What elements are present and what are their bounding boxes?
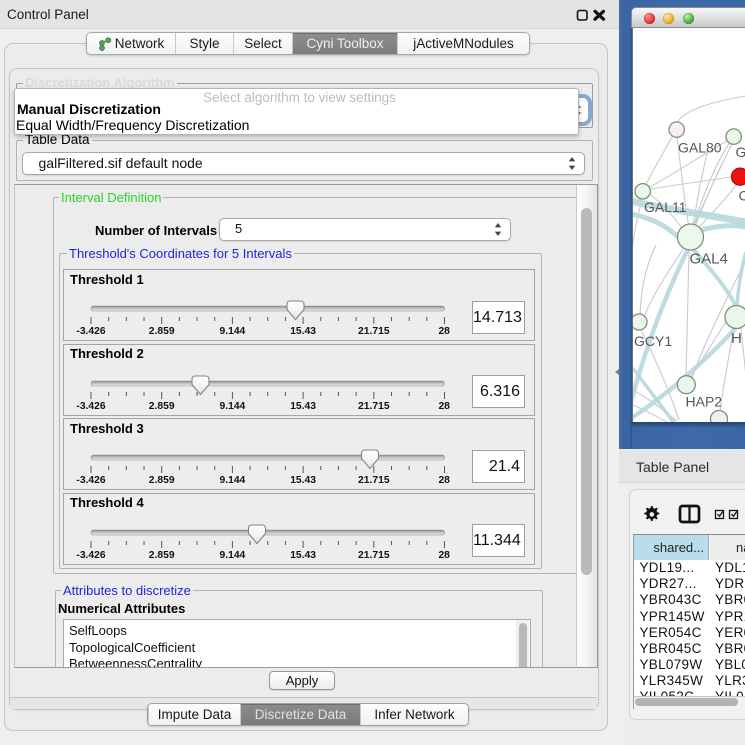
svg-text:H: H: [731, 330, 742, 347]
svg-text:-3.426: -3.426: [76, 401, 105, 412]
svg-text:-3.426: -3.426: [76, 326, 105, 337]
svg-text:GCY1: GCY1: [634, 333, 672, 349]
svg-text:28: 28: [438, 475, 450, 486]
svg-text:2.859: 2.859: [149, 326, 175, 337]
svg-text:21.715: 21.715: [358, 475, 390, 486]
svg-text:-3.426: -3.426: [76, 550, 105, 561]
svg-text:2.859: 2.859: [149, 401, 175, 412]
svg-text:28: 28: [438, 326, 450, 337]
svg-text:28: 28: [438, 550, 450, 561]
svg-text:15.43: 15.43: [290, 550, 316, 561]
svg-text:15.43: 15.43: [290, 475, 316, 486]
svg-text:2.859: 2.859: [149, 475, 175, 486]
svg-text:2.859: 2.859: [149, 550, 175, 561]
svg-text:9.144: 9.144: [220, 475, 246, 486]
svg-text:9.144: 9.144: [220, 550, 246, 561]
svg-text:GAL11: GAL11: [644, 199, 687, 215]
svg-text:21.715: 21.715: [358, 401, 390, 412]
svg-text:21.715: 21.715: [358, 550, 390, 561]
svg-text:HAP2: HAP2: [686, 394, 723, 410]
svg-text:9.144: 9.144: [220, 326, 246, 337]
svg-text:21.715: 21.715: [358, 326, 390, 337]
svg-text:GA: GA: [736, 144, 745, 160]
svg-text:28: 28: [438, 401, 450, 412]
svg-text:GAL4: GAL4: [690, 251, 728, 268]
svg-text:GAL80: GAL80: [678, 140, 722, 156]
svg-text:-3.426: -3.426: [76, 475, 105, 486]
svg-text:15.43: 15.43: [290, 401, 316, 412]
svg-text:9.144: 9.144: [220, 401, 246, 412]
svg-text:15.43: 15.43: [290, 326, 316, 337]
svg-text:C: C: [739, 188, 745, 204]
